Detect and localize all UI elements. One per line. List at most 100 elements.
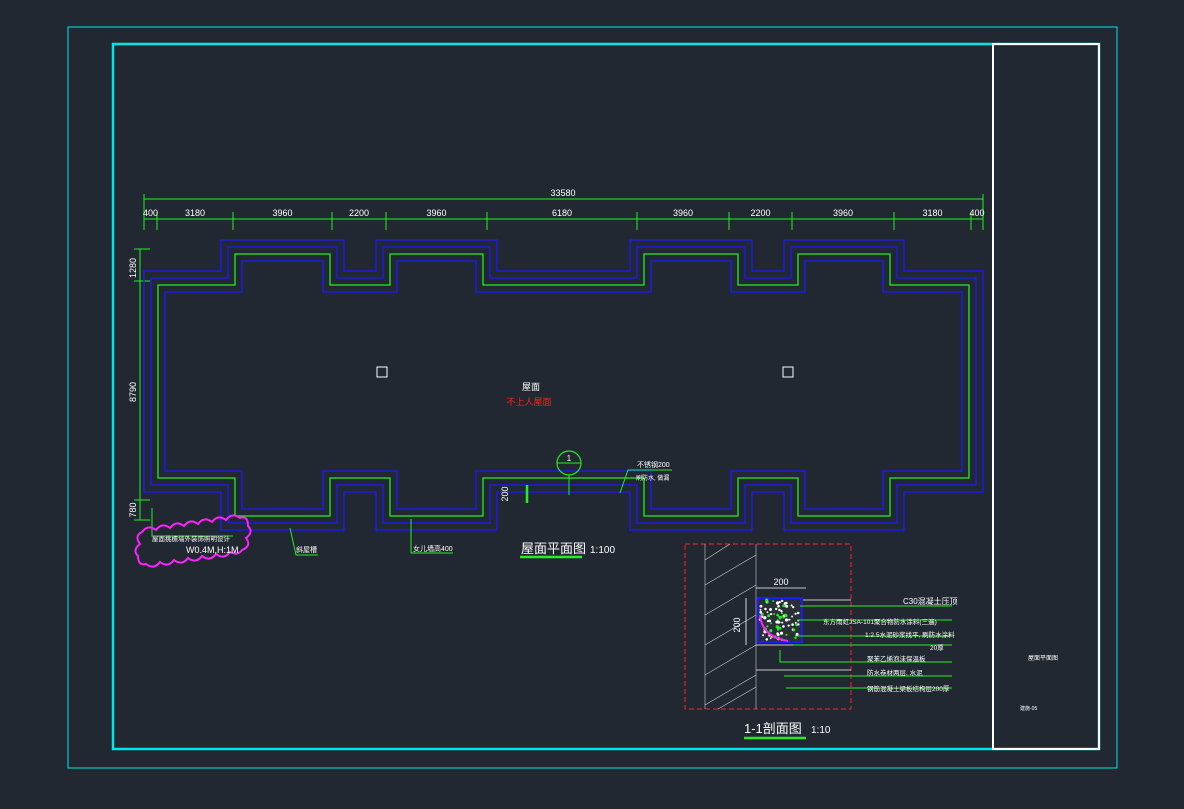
speckle-dot	[781, 621, 784, 624]
section-label: 20厚	[930, 644, 944, 652]
left-dim-1: 1280	[128, 258, 138, 278]
section-label: 防水卷材两层, 水泥	[867, 668, 923, 677]
top-dim-text: 400	[143, 208, 158, 218]
speckle-dot	[769, 607, 773, 611]
speckle-dot	[791, 615, 794, 618]
section-label: 钢筋混凝土梁板结构层200厚	[867, 684, 950, 693]
speckle-dot	[767, 614, 771, 618]
speckle-dot	[784, 604, 788, 608]
speckle-dot	[788, 618, 791, 621]
speckle-dot	[796, 611, 800, 615]
speckle-dot	[785, 633, 788, 636]
top-dim-text: 400	[969, 208, 984, 218]
top-dim-text: 6180	[552, 208, 572, 218]
top-dim-text: 3960	[426, 208, 446, 218]
speckle-dot	[766, 625, 769, 628]
speckle-dot	[778, 616, 782, 620]
speckle-dot	[781, 599, 784, 603]
speckle-dot	[784, 613, 787, 616]
speckle-dot	[759, 608, 762, 611]
speckle-dot	[775, 601, 780, 605]
speckle-dot	[794, 612, 797, 615]
speckle-dot	[792, 628, 796, 632]
speckle-dot	[762, 634, 765, 637]
plan-scale: 1:100	[590, 545, 615, 556]
speckle-dot	[778, 608, 781, 612]
callout-leaders	[151, 469, 672, 556]
outer-frame	[67, 26, 1118, 769]
speckle-dot	[782, 604, 786, 608]
top-dim-text: 3180	[922, 208, 942, 218]
speckle-dot	[794, 636, 797, 640]
parapet-line	[157, 253, 970, 517]
speckle-dot	[766, 611, 769, 614]
section-scale: 1:10	[811, 725, 831, 736]
speckle-dot	[782, 616, 785, 619]
callout-bottom-b: 女儿墙高400	[413, 544, 453, 553]
parapet-line	[143, 239, 984, 531]
callout-right-1: 不锈钢200	[637, 460, 670, 469]
speckle-dot	[795, 632, 799, 636]
top-dim-text: 2200	[349, 208, 369, 218]
top-dim-text: 3180	[185, 208, 205, 218]
cloud-text-2: W0.4M,H:1M	[186, 545, 239, 555]
speckle-dot	[769, 637, 772, 640]
speckle-dot	[787, 624, 790, 627]
overall-dim-text: 33580	[550, 188, 575, 198]
roof-drain-left	[376, 366, 388, 378]
inner-frame	[111, 42, 1101, 751]
roof-parapet-outlines	[143, 239, 984, 531]
top-dim-text: 3960	[272, 208, 292, 218]
speckle-dot	[782, 625, 785, 628]
speckle-dot	[769, 629, 773, 633]
top-dim-text: 3960	[673, 208, 693, 218]
speckle-dot	[774, 607, 778, 611]
speckle-dot	[790, 604, 793, 607]
speckle-dot	[776, 620, 780, 624]
section-label: 聚苯乙烯泡沫保温板	[867, 654, 926, 663]
speckle-dot	[792, 605, 795, 609]
speckle-dot	[768, 619, 772, 623]
speckle-dot	[797, 623, 800, 626]
section-title: 1-1剖面图	[744, 721, 802, 736]
top-dimension-texts: 400 3180 3960 2200 3960 6180 3960 2200 3960 3180 4…	[143, 208, 985, 218]
speckle-dot	[776, 633, 780, 636]
speckle-dot	[759, 610, 763, 614]
speckle-dot	[780, 609, 783, 613]
speckle-dot	[764, 607, 767, 611]
speckle-dot	[765, 598, 769, 602]
title-block-frame	[992, 43, 1100, 750]
speckle-dot	[779, 631, 784, 635]
left-dim-3: 780	[128, 502, 138, 517]
speckle-dot	[769, 612, 773, 616]
section-label: C30混凝土压顶	[903, 596, 958, 606]
parapet-line	[164, 260, 963, 510]
speckle-dot	[777, 604, 780, 608]
top-dim-text: 3960	[833, 208, 853, 218]
speckle-dot	[759, 604, 763, 608]
left-dim-2: 8790	[128, 382, 138, 402]
speckle-dot	[775, 625, 779, 629]
section-dim-top: 200	[773, 577, 788, 587]
speckle-dot	[765, 638, 769, 641]
cad-drawing-canvas: 屋面平面图 建施-05 33580 400 3180 3960 2200 3960 618…	[67, 26, 1118, 769]
callout-bottom-a: 斜屋槽	[296, 545, 317, 554]
section-detail	[684, 543, 852, 710]
section-marker	[525, 450, 582, 503]
coping-block	[757, 597, 803, 643]
title-block-drawing-name: 屋面平面图	[1028, 655, 1058, 662]
parapet-line	[150, 246, 977, 524]
speckle-dot	[773, 613, 776, 615]
plan-title: 屋面平面图	[521, 541, 586, 556]
roof-label: 屋面	[522, 382, 540, 392]
speckle-dot	[784, 618, 789, 622]
speckle-dot	[770, 622, 773, 625]
cloud-text-1: 屋面挑檐墙外装饰照明设计	[152, 534, 231, 543]
section-marker-number: 1	[567, 454, 572, 463]
speckle-dot	[776, 613, 779, 617]
top-dim-text: 2200	[750, 208, 770, 218]
speckle-dot	[780, 612, 783, 615]
speckle-dot	[763, 616, 767, 620]
section-dim-left: 200	[732, 617, 742, 632]
section-label: 1:2.5水泥砂浆找平, 刷防水涂料	[865, 630, 955, 639]
